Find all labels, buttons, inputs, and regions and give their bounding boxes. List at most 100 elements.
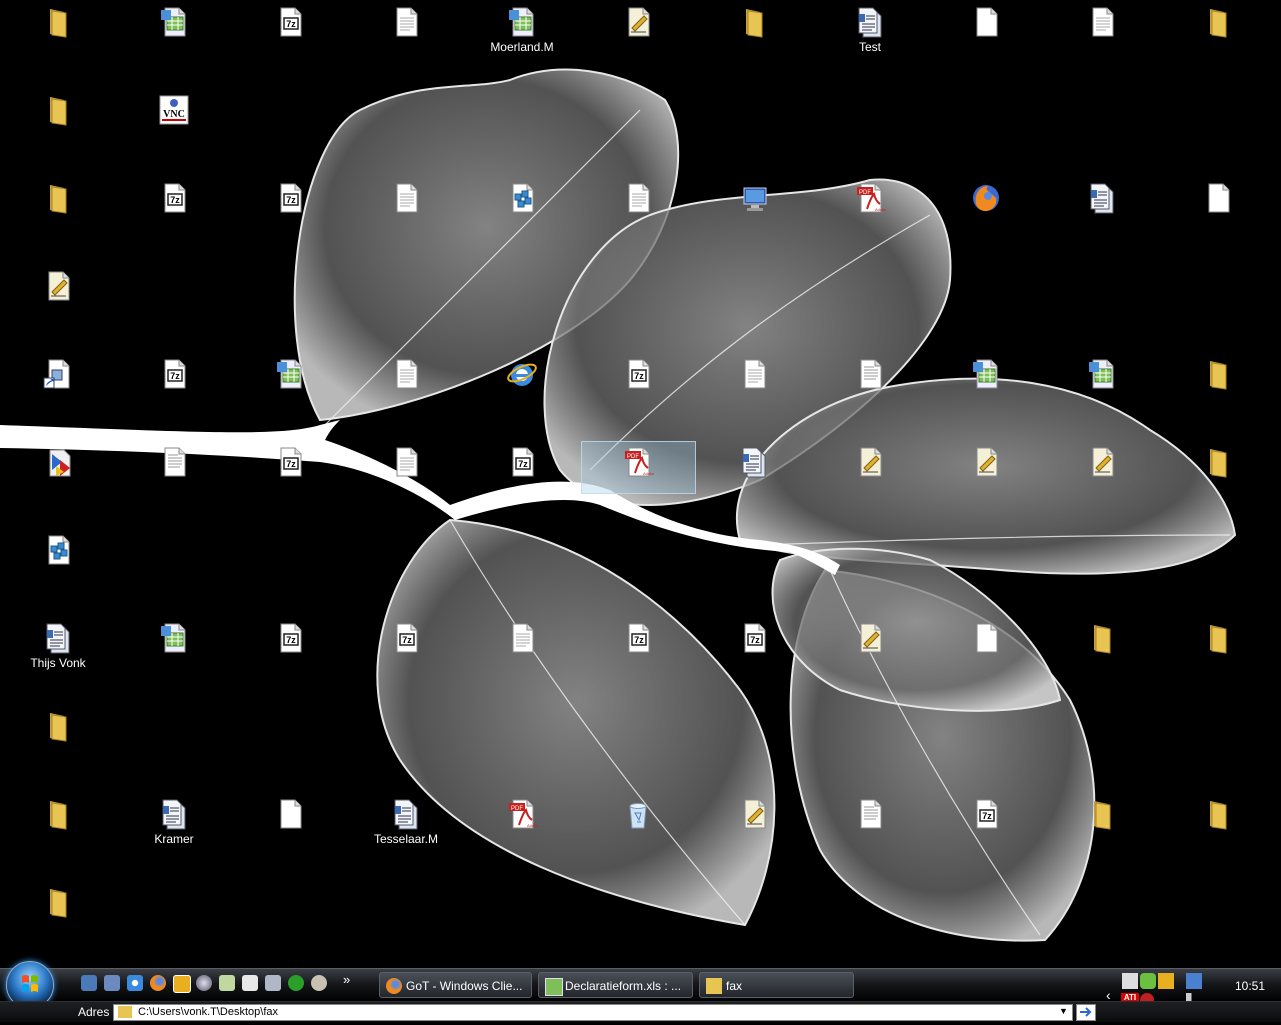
- tray-network-icon[interactable]: [1186, 973, 1202, 989]
- desktop-icon-pdf[interactable]: PDF Adobe: [482, 794, 562, 864]
- desktop-icon-folder[interactable]: [18, 794, 98, 864]
- desktop-icon-txt[interactable]: [366, 442, 446, 512]
- address-input[interactable]: C:\Users\vonk.T\Desktop\fax: [113, 1004, 1073, 1021]
- desktop-icon-folder[interactable]: [18, 882, 98, 952]
- desktop-icon-recycle[interactable]: [598, 794, 678, 864]
- tray-chat-icon[interactable]: [1140, 973, 1156, 989]
- desktop-icon-cert[interactable]: [830, 442, 910, 512]
- desktop-icon-pdf[interactable]: PDF Adobe: [830, 178, 910, 248]
- desktop-icon-blank[interactable]: [1178, 178, 1258, 248]
- desktop[interactable]: (function(){ const C=[18,134,250,366,482…: [0, 0, 1281, 968]
- quicklaunch-overflow-chevron[interactable]: »: [343, 972, 350, 987]
- desktop-icon-page[interactable]: [830, 354, 910, 424]
- desktop-icon-cert[interactable]: [946, 442, 1026, 512]
- show-desktop-icon[interactable]: [81, 975, 97, 991]
- internet-explorer-icon[interactable]: [127, 975, 143, 991]
- desktop-icon-txt[interactable]: [366, 178, 446, 248]
- desktop-icon-blank[interactable]: [946, 618, 1026, 688]
- desktop-icon-xls[interactable]: [134, 2, 214, 72]
- xls-icon: [277, 359, 302, 389]
- network-app-icon[interactable]: [219, 975, 235, 991]
- desktop-icon-setup[interactable]: [18, 442, 98, 512]
- desktop-icon-txt[interactable]: [1062, 2, 1142, 72]
- desktop-icon-txt[interactable]: [714, 354, 794, 424]
- desktop-icon-blank[interactable]: [250, 794, 330, 864]
- remote-desktop-icon[interactable]: [265, 975, 281, 991]
- desktop-icon-page[interactable]: [830, 794, 910, 864]
- taskbar-button-fax[interactable]: fax: [699, 972, 854, 998]
- desktop-icon-shortcut[interactable]: [18, 354, 98, 424]
- desktop-icon-folder[interactable]: [1178, 618, 1258, 688]
- desktop-icon-cert[interactable]: [18, 266, 98, 336]
- desktop-icon-reg[interactable]: [18, 530, 98, 600]
- desktop-icon-xls[interactable]: [250, 354, 330, 424]
- desktop-icon-folder[interactable]: [714, 2, 794, 72]
- desktop-icon-doc[interactable]: Kramer: [134, 794, 214, 864]
- desktop-icon-xls[interactable]: [1062, 354, 1142, 424]
- desktop-icon-7z[interactable]: 7z: [598, 354, 678, 424]
- desktop-icon-cert[interactable]: [1062, 442, 1142, 512]
- desktop-icon-folder[interactable]: [18, 90, 98, 160]
- clock-time[interactable]: 10:51: [1235, 979, 1265, 993]
- desktop-icon-7z[interactable]: 7z: [598, 618, 678, 688]
- tray-download-icon[interactable]: [1122, 973, 1138, 989]
- desktop-icon-blank[interactable]: [946, 2, 1026, 72]
- mail-icon[interactable]: [242, 975, 258, 991]
- desktop-icon-cert[interactable]: [830, 618, 910, 688]
- desktop-icon-folder[interactable]: [1062, 618, 1142, 688]
- clock-app-icon[interactable]: [173, 975, 191, 993]
- desktop-icon-folder[interactable]: [1062, 794, 1142, 864]
- desktop-icon-7z[interactable]: 7z: [714, 618, 794, 688]
- desktop-icon-7z[interactable]: 7z: [250, 618, 330, 688]
- desktop-icon-cert[interactable]: [598, 2, 678, 72]
- desktop-icon-xls[interactable]: Moerland.M: [482, 2, 562, 72]
- tray-clock-icon[interactable]: [1158, 973, 1174, 989]
- desktop-icon-doc[interactable]: Test: [830, 2, 910, 72]
- desktop-icon-page[interactable]: [134, 442, 214, 512]
- address-go-button[interactable]: [1076, 1004, 1096, 1021]
- desktop-icon-vnc[interactable]: VNC: [134, 90, 214, 160]
- cert-icon: [976, 447, 998, 477]
- media-player-icon[interactable]: [288, 975, 304, 991]
- desktop-icon-xls[interactable]: [946, 354, 1026, 424]
- desktop-icon-folder[interactable]: [1178, 2, 1258, 72]
- desktop-icon-txt[interactable]: [366, 354, 446, 424]
- desktop-icon-xls[interactable]: [134, 618, 214, 688]
- desktop-icon-7z[interactable]: 7z: [250, 442, 330, 512]
- desktop-icon-computer[interactable]: [714, 178, 794, 248]
- desktop-icon-doc[interactable]: [714, 442, 794, 512]
- desktop-icon-cert[interactable]: [714, 794, 794, 864]
- desktop-icon-pdf[interactable]: PDF Adobe: [598, 442, 678, 512]
- globe-icon[interactable]: [196, 975, 212, 991]
- desktop-icon-7z[interactable]: 7z: [134, 354, 214, 424]
- taskbar-button-declaratieform[interactable]: Declaratieform.xls : ...: [538, 972, 693, 998]
- computer-icon: [743, 187, 767, 211]
- desktop-icon-7z[interactable]: 7z: [134, 178, 214, 248]
- desktop-icon-reg[interactable]: [482, 178, 562, 248]
- desktop-icon-folder[interactable]: [1178, 794, 1258, 864]
- desktop-icon-7z[interactable]: 7z: [250, 2, 330, 72]
- desktop-icon-7z[interactable]: 7z: [250, 178, 330, 248]
- taskbar-button-got[interactable]: GoT - Windows Clie...: [379, 972, 532, 998]
- firefox-quicklaunch-icon[interactable]: [150, 975, 166, 991]
- coffee-app-icon[interactable]: [311, 975, 327, 991]
- desktop-icon-7z[interactable]: 7z: [482, 442, 562, 512]
- desktop-icon-7z[interactable]: 7z: [946, 794, 1026, 864]
- desktop-icon-folder[interactable]: [1178, 354, 1258, 424]
- desktop-icon-7z[interactable]: 7z: [366, 618, 446, 688]
- desktop-icon-folder[interactable]: [1178, 442, 1258, 512]
- desktop-icon-doc[interactable]: Thijs Vonk: [18, 618, 98, 688]
- desktop-icon-folder[interactable]: [18, 2, 98, 72]
- desktop-icon-doc[interactable]: Tesselaar.M: [366, 794, 446, 864]
- desktop-icon-txt[interactable]: [482, 618, 562, 688]
- address-dropdown-chevron-icon[interactable]: ▼: [1059, 1006, 1071, 1018]
- desktop-icon-txt[interactable]: [598, 178, 678, 248]
- desktop-icon-ie[interactable]: [482, 354, 562, 424]
- desktop-icon-txt[interactable]: [366, 2, 446, 72]
- desktop-icon-doc[interactable]: [1062, 178, 1142, 248]
- xls-icon: [161, 623, 186, 653]
- desktop-icon-folder[interactable]: [18, 706, 98, 776]
- desktop-icon-folder[interactable]: [18, 178, 98, 248]
- switch-windows-icon[interactable]: [104, 975, 120, 991]
- desktop-icon-firefox[interactable]: [946, 178, 1026, 248]
